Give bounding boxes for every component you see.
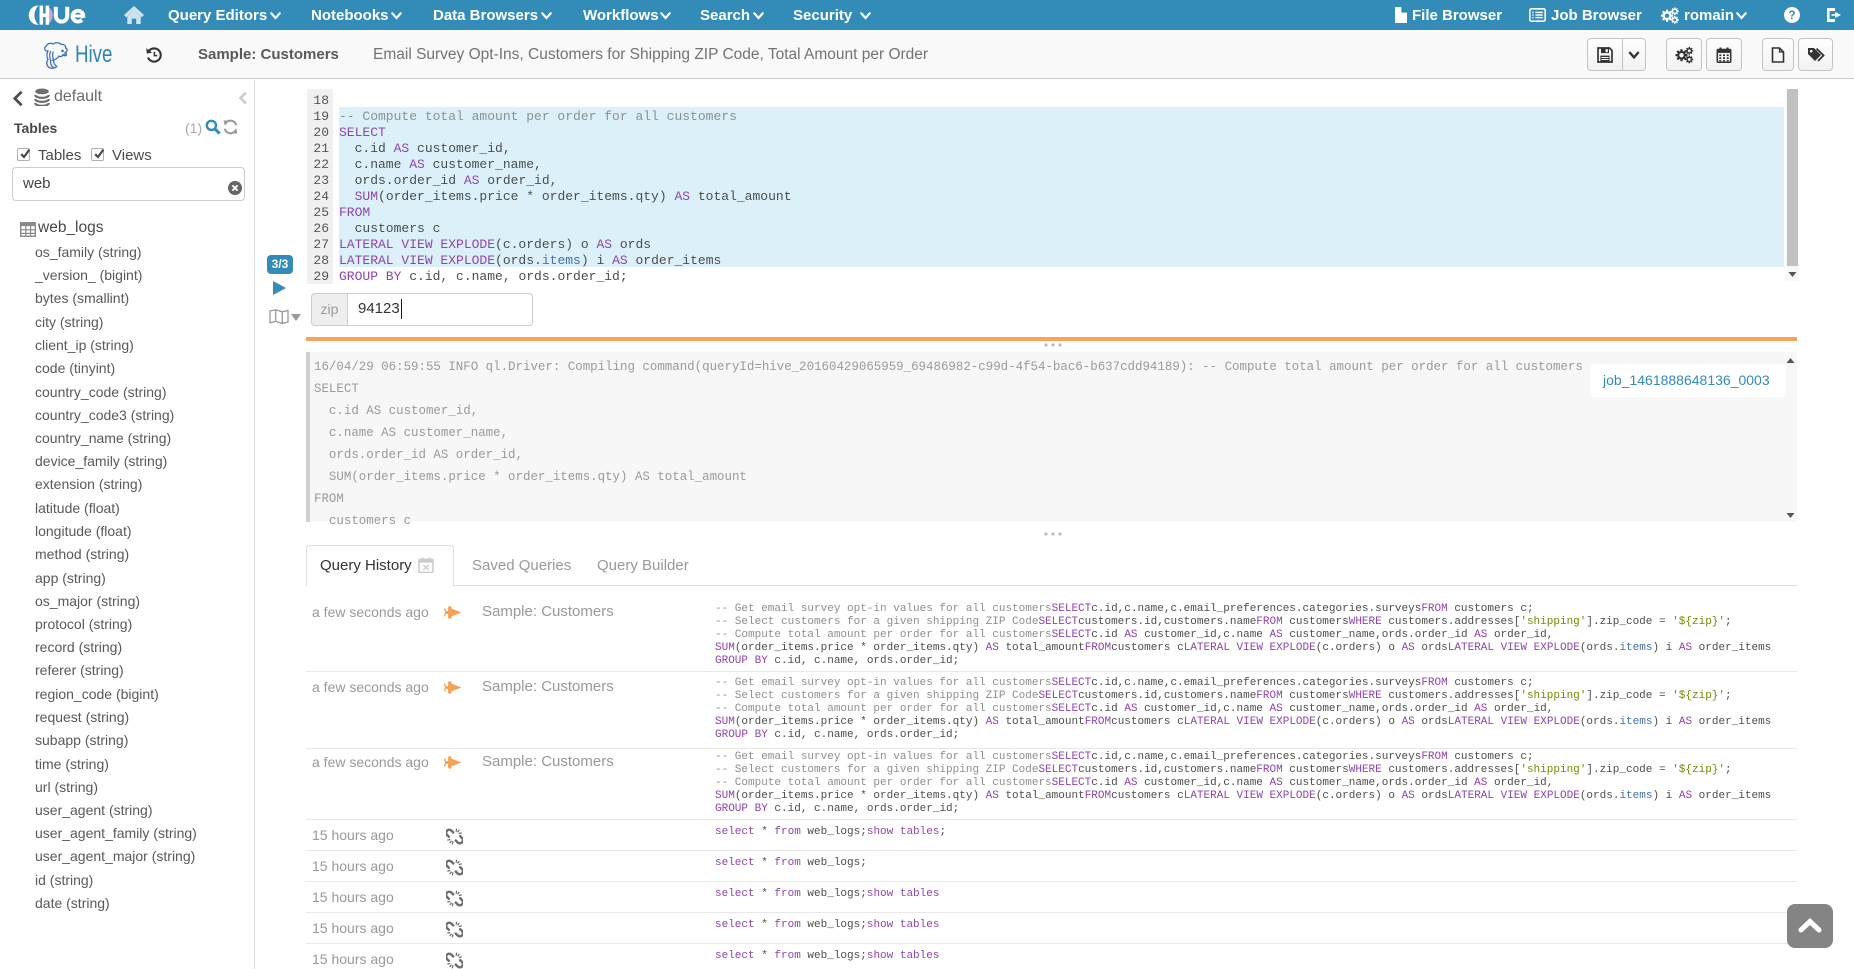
svg-text:?: ? [1788, 10, 1795, 22]
